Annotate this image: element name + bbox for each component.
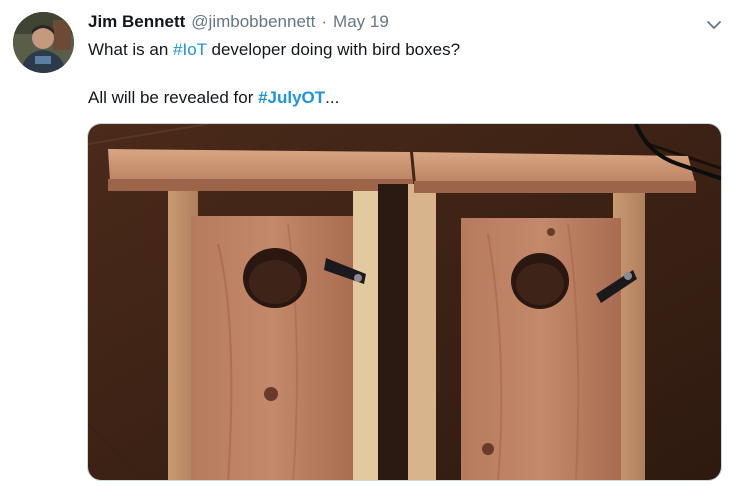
hashtag-link[interactable]: #JulyOT: [258, 88, 325, 107]
tweet-photo[interactable]: [87, 123, 722, 481]
tweet-date[interactable]: May 19: [333, 12, 389, 32]
tweet-header: Jim Bennett @jimbobbennett · May 19: [88, 12, 389, 36]
separator: ·: [321, 12, 328, 31]
user-handle[interactable]: @jimbobbennett: [191, 12, 315, 32]
tweet-text: All will be revealed for: [88, 88, 259, 107]
tweet-card[interactable]: Jim Bennett @jimbobbennett · May 19 What…: [0, 0, 742, 487]
tweet-text-line1: What is an #IoT developer doing with bir…: [88, 40, 708, 60]
tweet-text-line2: All will be revealed for #JulyOT...: [88, 88, 708, 108]
avatar[interactable]: [13, 12, 74, 73]
display-name[interactable]: Jim Bennett: [88, 12, 185, 32]
hashtag-link[interactable]: #IoT: [173, 40, 207, 59]
chevron-down-icon[interactable]: [705, 16, 723, 34]
tweet-text: developer doing with bird boxes?: [206, 40, 461, 59]
tweet-text: ...: [325, 88, 340, 107]
tweet-text: What is an: [88, 40, 174, 59]
